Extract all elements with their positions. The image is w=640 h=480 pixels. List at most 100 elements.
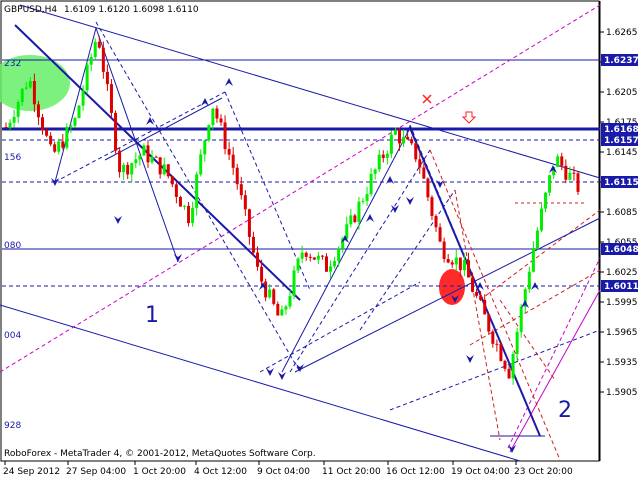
candle-body [24, 87, 28, 89]
candle-body [568, 172, 572, 180]
candle-body [109, 84, 113, 113]
x-tick-label: 24 Sep 2012 [3, 467, 60, 477]
candle-body [503, 360, 507, 369]
price-chart[interactable]: 1.62651.62351.62051.61751.61451.61151.60… [0, 0, 640, 480]
candle-body [406, 136, 410, 140]
symbol-label: GBPUSD,H4 [4, 5, 57, 15]
candle-body [357, 201, 361, 223]
candle-body [20, 88, 24, 103]
candle-body [187, 205, 191, 224]
candle-body [36, 104, 40, 118]
x-tick-label: 16 Oct 12:00 [386, 467, 445, 477]
breakout-marker [439, 269, 465, 305]
level-tag-label: 1.6115 [604, 178, 639, 188]
candle-body [381, 154, 385, 158]
candle-body [16, 102, 20, 117]
candle-body [239, 184, 243, 196]
candle-body [126, 164, 130, 175]
x-tick-label: 1 Oct 20:00 [133, 467, 186, 477]
candle-body [130, 163, 134, 175]
candle-body [438, 227, 442, 242]
y-tick-label: 1.6025 [606, 268, 638, 278]
candle-body [69, 125, 73, 128]
candle-body [491, 331, 495, 344]
candle-body [462, 260, 466, 271]
fib-level-label: 004 [4, 331, 21, 341]
candle-body [556, 156, 560, 167]
candle-body [199, 154, 203, 175]
candle-body [300, 252, 304, 259]
candle-body [442, 241, 446, 259]
candle-body [247, 209, 251, 237]
candle-body [483, 299, 487, 315]
candle-body [178, 196, 182, 207]
level-tag-label: 1.6237 [604, 56, 639, 66]
candle-body [231, 154, 235, 168]
candle-body [333, 261, 337, 267]
candle-body [576, 173, 580, 192]
candle-body [353, 215, 357, 223]
candle-body [548, 175, 552, 193]
candle-body [296, 258, 300, 271]
y-tick-label: 1.5965 [606, 328, 638, 338]
candle-body [487, 314, 491, 332]
candle-body [288, 295, 292, 307]
candle-body [85, 64, 89, 91]
candle-body [564, 165, 568, 180]
candle-body [495, 343, 499, 345]
candle-body [312, 257, 316, 260]
level-tag-label: 1.6157 [604, 136, 639, 146]
ohlc-label: 1.6109 1.6120 1.6098 1.6110 [64, 5, 199, 15]
candle-body [150, 156, 154, 163]
candle-body [466, 260, 470, 278]
candle-body [268, 289, 272, 298]
candle-body [430, 197, 434, 216]
copyright-label: RoboForex - MetaTrader 4, © 2001-2012, M… [4, 449, 316, 459]
candle-body [377, 154, 381, 170]
candle-body [539, 208, 543, 231]
candle-body [320, 255, 324, 257]
y-tick-label: 1.6205 [606, 88, 638, 98]
candle-body [32, 81, 36, 105]
x-tick-label: 19 Oct 04:00 [451, 467, 510, 477]
candle-body [308, 256, 312, 258]
candle-body [276, 303, 280, 316]
candle-body [166, 164, 170, 177]
candle-body [515, 331, 519, 354]
candle-body [535, 230, 539, 248]
candle-body [393, 130, 397, 135]
candle-body [235, 167, 239, 185]
candle-body [57, 141, 61, 152]
candle-body [454, 257, 458, 265]
y-tick-label: 1.6085 [606, 208, 638, 218]
candle-body [28, 81, 32, 88]
candle-body [211, 108, 215, 126]
candle-body [65, 127, 69, 148]
candle-body [479, 295, 483, 300]
level-tag-label: 1.6048 [604, 245, 639, 255]
candle-body [426, 178, 430, 198]
x-tick-label: 27 Sep 04:00 [66, 467, 126, 477]
candle-body [316, 255, 320, 260]
candle-body [77, 105, 81, 118]
candle-body [519, 306, 523, 332]
candle-body [475, 291, 479, 296]
candle-body [418, 159, 422, 168]
candle-body [373, 169, 377, 174]
candle-body [345, 224, 349, 239]
candle-body [414, 143, 418, 160]
candle-body [195, 174, 199, 208]
fib-level-label: 928 [4, 421, 21, 431]
candle-body [434, 215, 438, 228]
candle-body [329, 266, 333, 272]
candle-body [170, 176, 174, 185]
level-tag-label: 1.6011 [604, 282, 639, 292]
candle-body [174, 184, 178, 197]
plot-background [0, 0, 640, 480]
chart-header: GBPUSD,H4 1.6109 1.6120 1.6098 1.6110 [4, 5, 199, 15]
candle-body [499, 344, 503, 361]
candle-body [402, 136, 406, 144]
candle-body [458, 257, 462, 271]
candle-body [8, 122, 12, 128]
candle-body [365, 194, 369, 201]
